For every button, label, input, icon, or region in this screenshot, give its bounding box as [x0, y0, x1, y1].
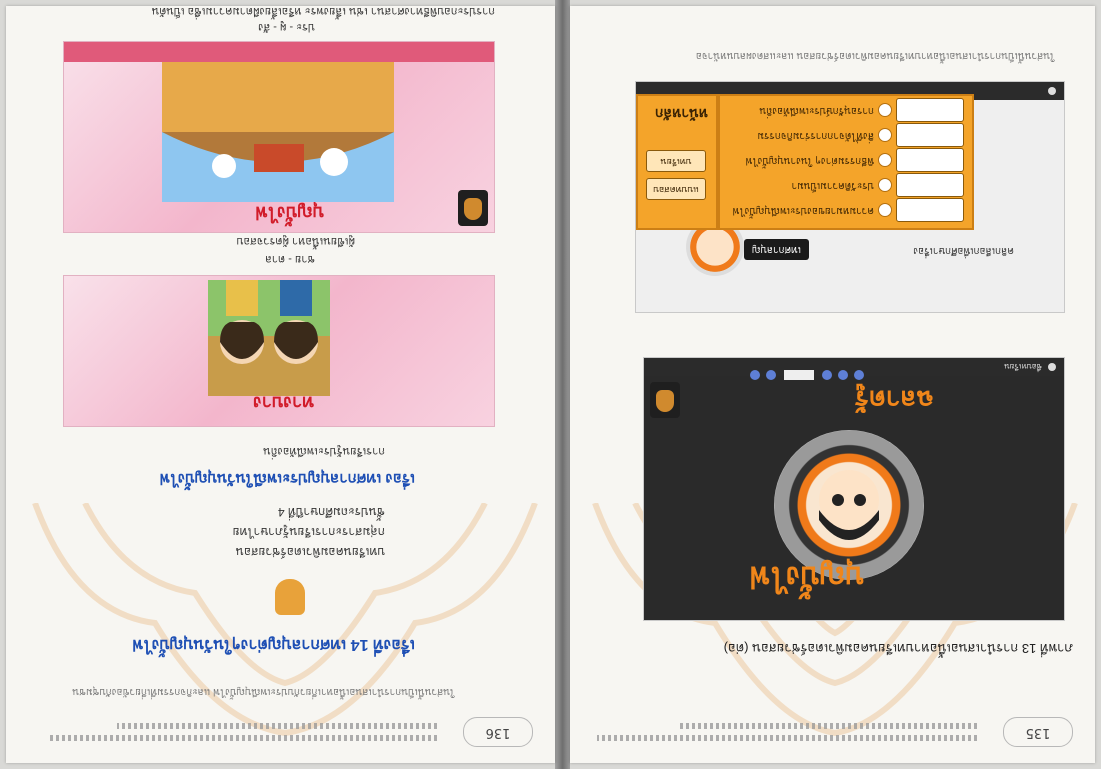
header-text-line [47, 735, 437, 741]
tick-icon [878, 128, 892, 142]
menu-instruction: คลิกเลือกเพื่อศึกษาเรื่อง [913, 245, 1014, 256]
page-136: 136 เรื่องที่ 14 เทศกาลบุญต่างๆในวันบุญบ… [6, 6, 555, 763]
intro-slide: ชื่อบทเรียน บุญบั้งไฟ ฉลาดรู้ [643, 357, 1065, 621]
header-text-line [677, 723, 977, 729]
logo-word: บุญบั้งไฟ [749, 560, 864, 593]
slide-caption-line: ผู้เขียนเนื้อหา ผู้ตรวจสอบ [236, 235, 355, 247]
menu-item-box[interactable] [896, 173, 964, 197]
festival-slide: บุญบั้งไฟ [63, 41, 495, 233]
intro-line: บทเรียนคอมพิวเตอร์ช่วยสอน [235, 545, 385, 559]
menu-item-label: ประวัติความเป็นมา [791, 180, 874, 191]
school-logo [650, 382, 680, 418]
header-text-line [597, 735, 977, 741]
section-badge: เทศกาลบุญ [744, 239, 810, 260]
figure-caption: ภาพที่ 13 การนำเสนอเนื้อหาบทเรียนคอมพิวเ… [723, 641, 1073, 656]
page-number: 135 [1003, 717, 1073, 747]
slide-caption-line: ประ - ผู - สัง [258, 21, 315, 33]
footer-note: ในส่วนนี้เป็นการนำเสนอเนื้อหาบทเรียนคอมพ… [695, 50, 1055, 61]
rotated-page-spread: 135 ภาพที่ 13 การนำเสนอเนื้อหาบทเรียนคอม… [0, 0, 1101, 769]
menu-item-box[interactable] [896, 198, 964, 222]
slide-footer-bar [64, 42, 494, 62]
school-emblem [275, 579, 305, 615]
characters-slide: ทางบาง [63, 275, 495, 427]
player-controls[interactable] [714, 368, 864, 380]
slide-caption-line: การประกอบพิธีทางศาสนา เช่น เลี้ยงพระ หรื… [151, 6, 495, 17]
side-navigation: แบบทดสอบ บทเรียน หน้าหลัก [636, 94, 718, 230]
intro-line: ชั้นประถมศึกษาปีที่ 4 [277, 505, 385, 519]
menu-item-label: พิธีกรรมต่างๆ ในงานบุญบั้งไฟ [745, 155, 875, 166]
page-135: 135 ภาพที่ 13 การนำเสนอเนื้อหาบทเรียนคอม… [570, 6, 1095, 763]
chapter-title: เรื่องที่ 14 เทศกาลบุญต่างๆในวันบุญบั้งไ… [132, 636, 415, 653]
menu-item-box[interactable] [896, 148, 964, 172]
tick-icon [878, 103, 892, 117]
menu-item-label: การอนุรักษ์ประเพณีท้องถิ่น [759, 105, 874, 116]
home-title: หน้าหลัก [655, 105, 708, 121]
footer-note: ในส่วนนี้เป็นการนำเสนอเนื้อหาเกี่ยวกับปร… [72, 686, 455, 697]
story-title: เรื่อง เทศกาลบุญประเพณีในวันบุญบั้งไฟ [159, 470, 415, 487]
tick-icon [878, 153, 892, 167]
scanned-book-spread: 135 ภาพที่ 13 การนำเสนอเนื้อหาบทเรียนคอม… [0, 0, 1101, 769]
menu-item-label: ความหมายของประเพณีบุญบั้งไฟ [732, 205, 874, 216]
menu-slide: เทศกาลบุญ คลิกเลือกเพื่อศึกษาเรื่อง ความ… [635, 81, 1065, 313]
children-illustration [208, 280, 330, 396]
slide-title: บุญบั้งไฟ [255, 203, 324, 223]
tick-icon [878, 203, 892, 217]
slide-caption-line: ชาย - ตาล [265, 253, 315, 265]
lesson-button[interactable]: บทเรียน [646, 150, 706, 172]
page-number: 136 [463, 717, 533, 747]
village-illustration [162, 62, 394, 202]
book-spine [555, 0, 570, 769]
topic-menu: ความหมายของประเพณีบุญบั้งไฟ ประวัติความเ… [718, 94, 974, 230]
intro-line: กลุ่มสาระการเรียนรู้ภาษาไทย [232, 525, 385, 539]
story-subtitle: การเรียนรู้ประเพณีท้องถิ่น [263, 445, 385, 457]
menu-item-label: สิ่งที่ได้จากการร่วมกิจกรรม [757, 130, 874, 141]
slide-heading: ฉลาดรู้ [854, 385, 934, 415]
quiz-button[interactable]: แบบทดสอบ [646, 178, 706, 200]
school-logo [458, 190, 488, 226]
menu-item-box[interactable] [896, 98, 964, 122]
tick-icon [878, 178, 892, 192]
menu-item-box[interactable] [896, 123, 964, 147]
header-text-line [117, 723, 437, 729]
